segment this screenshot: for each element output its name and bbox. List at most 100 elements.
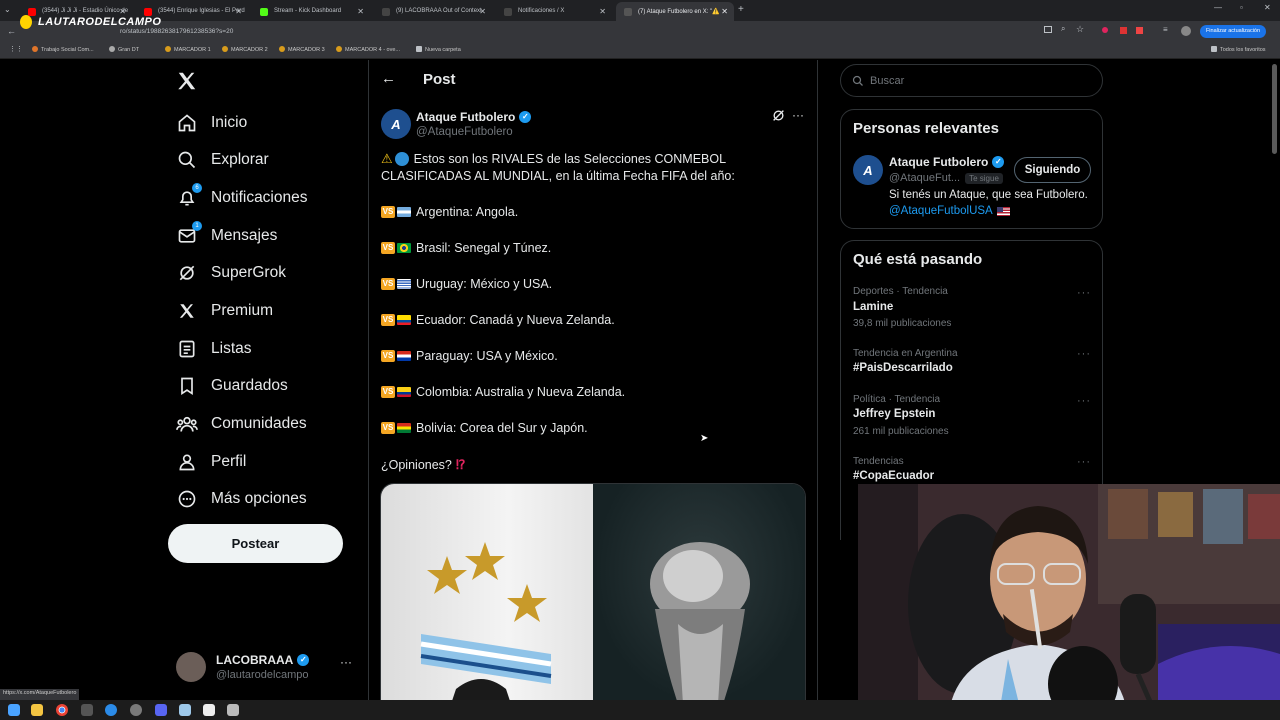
extension-icon[interactable] bbox=[1120, 27, 1127, 34]
account-name: LACOBRAAA bbox=[216, 653, 294, 667]
trend-more-icon[interactable]: ··· bbox=[1077, 348, 1091, 360]
nav-item-mas-opciones[interactable]: Más opciones bbox=[176, 484, 307, 514]
fixture-text: Brasil: Senegal y Túnez. bbox=[416, 241, 552, 255]
star-icon[interactable]: ☆ bbox=[1076, 24, 1084, 35]
relevant-handle[interactable]: @AtaqueFut... bbox=[889, 172, 960, 184]
extension-icon[interactable] bbox=[1102, 27, 1108, 33]
nav-item-supergrok[interactable]: SuperGrok bbox=[176, 258, 286, 288]
bookmark-item[interactable]: Trabajo Social Com... bbox=[32, 46, 94, 53]
cast-icon[interactable] bbox=[1044, 26, 1052, 33]
search-input[interactable]: Buscar bbox=[840, 64, 1103, 97]
chrome-icon[interactable] bbox=[56, 704, 68, 716]
back-arrow-icon[interactable]: ← bbox=[381, 70, 396, 87]
fixture-text: Paraguay: USA y México. bbox=[416, 349, 558, 363]
bookmark-item[interactable]: MARCADOR 4 - ove... bbox=[336, 46, 400, 53]
tab-close-icon[interactable]: ✕ bbox=[599, 7, 606, 16]
vs-icon: VS bbox=[381, 242, 395, 254]
grok-explain-icon[interactable] bbox=[772, 109, 785, 122]
bookmark-item[interactable]: MARCADOR 2 bbox=[222, 46, 268, 53]
fixture-text: Argentina: Angola. bbox=[416, 205, 519, 219]
trend-more-icon[interactable]: ··· bbox=[1077, 395, 1091, 407]
browser-tab[interactable]: Stream - Kick Dashboard ✕ bbox=[252, 2, 370, 21]
trend-meta: Deportes · Tendencia bbox=[853, 286, 948, 297]
following-button[interactable]: Siguiendo bbox=[1014, 157, 1091, 183]
nav-item-listas[interactable]: Listas bbox=[176, 334, 252, 364]
browser-tab[interactable]: Notificaciones / X ✕ bbox=[496, 2, 612, 21]
fixture-text: Colombia: Australia y Nueva Zelanda. bbox=[416, 385, 626, 399]
trend-count: 39,8 mil publicaciones bbox=[853, 318, 952, 329]
browser-tab-active[interactable]: (7) Ataque Futbolero en X: "⚠️ ✕ bbox=[616, 2, 734, 21]
app-icon[interactable] bbox=[81, 704, 93, 716]
nav-item-guardados[interactable]: Guardados bbox=[176, 371, 288, 401]
divider bbox=[817, 60, 818, 700]
usa-flag-icon bbox=[996, 206, 1010, 216]
search-icon bbox=[176, 149, 198, 171]
all-bookmarks[interactable]: Todos los favoritos bbox=[1211, 46, 1266, 53]
fixture-text: Ecuador: Canadá y Nueva Zelanda. bbox=[416, 313, 615, 327]
close-window-icon[interactable]: ✕ bbox=[1264, 3, 1271, 12]
tab-label: Notificaciones / X bbox=[518, 8, 565, 14]
bookmark-folder[interactable]: Nueva carpeta bbox=[416, 46, 461, 53]
nav-item-mensajes[interactable]: 1 Mensajes bbox=[176, 221, 277, 251]
discord-icon[interactable] bbox=[155, 704, 167, 716]
follows-you-badge: Te sigue bbox=[965, 172, 1003, 184]
apps-icon[interactable]: ⋮⋮ bbox=[9, 45, 23, 53]
trend-name: Lamine bbox=[853, 301, 894, 313]
maximize-icon[interactable]: ▫ bbox=[1240, 3, 1243, 12]
author-avatar[interactable]: A bbox=[381, 109, 411, 139]
app-icon[interactable] bbox=[130, 704, 142, 716]
minimize-icon[interactable]: — bbox=[1214, 3, 1222, 12]
nav-label: Perfil bbox=[211, 453, 247, 470]
bookmark-item[interactable]: MARCADOR 1 bbox=[165, 46, 211, 53]
tab-label: (3544) Enrique Iglesias - El Perd bbox=[158, 8, 245, 14]
profile-avatar-icon[interactable] bbox=[1181, 26, 1191, 36]
nav-item-explorar[interactable]: Explorar bbox=[176, 145, 269, 175]
relevant-name[interactable]: Ataque Futbolero bbox=[889, 155, 988, 169]
browser-tab[interactable]: (9) LACOBRAAA Out of Context ✕ bbox=[374, 2, 492, 21]
tab-search-icon[interactable]: ⌄ bbox=[4, 5, 14, 15]
bookmark-item[interactable]: Gran DT bbox=[109, 46, 139, 53]
logo-bulb-icon bbox=[20, 15, 32, 29]
jersey-stars-icon bbox=[420, 542, 552, 700]
trend-more-icon[interactable]: ··· bbox=[1077, 287, 1091, 299]
tab-close-icon[interactable]: ✕ bbox=[721, 7, 728, 16]
app-icon[interactable] bbox=[179, 704, 191, 716]
post-button[interactable]: Postear bbox=[168, 524, 343, 563]
scrollbar[interactable] bbox=[1272, 64, 1277, 154]
app-icon[interactable] bbox=[203, 704, 215, 716]
tab-label: (9) LACOBRAAA Out of Context bbox=[396, 8, 482, 14]
back-icon[interactable]: ← bbox=[7, 26, 16, 36]
nav-item-notificaciones[interactable]: 6 Notificaciones bbox=[176, 183, 308, 213]
tweet-question: ¿Opiniones? ⁉ bbox=[381, 457, 465, 473]
new-tab-icon[interactable]: + bbox=[738, 4, 744, 15]
nav-item-comunidades[interactable]: Comunidades bbox=[176, 409, 307, 439]
tab-close-icon[interactable]: ✕ bbox=[357, 7, 364, 16]
app-icon[interactable] bbox=[227, 704, 239, 716]
nav-item-inicio[interactable]: Inicio bbox=[176, 108, 247, 138]
nav-item-premium[interactable]: Premium bbox=[176, 296, 273, 326]
file-explorer-icon[interactable] bbox=[31, 704, 43, 716]
extension-icon[interactable] bbox=[1136, 27, 1143, 34]
tab-close-icon[interactable]: ✕ bbox=[235, 7, 242, 16]
zoom-icon[interactable]: ⌕ bbox=[1061, 24, 1065, 34]
tab-close-icon[interactable]: ✕ bbox=[479, 7, 486, 16]
windows-start-icon[interactable] bbox=[8, 704, 20, 716]
trend-more-icon[interactable]: ··· bbox=[1077, 456, 1091, 468]
account-more-icon[interactable]: ··· bbox=[340, 655, 352, 669]
post-image[interactable] bbox=[380, 483, 806, 700]
status-url-tooltip: https://x.com/AtaqueFutbolero bbox=[0, 689, 80, 700]
nav-item-perfil[interactable]: Perfil bbox=[176, 447, 246, 477]
bookmark-item[interactable]: MARCADOR 3 bbox=[279, 46, 325, 53]
url-field[interactable]: ro/status/1988263817961238536?s=20 bbox=[120, 25, 1020, 39]
author-name[interactable]: Ataque Futbolero bbox=[416, 110, 515, 124]
relevant-avatar[interactable]: A bbox=[853, 155, 883, 185]
vs-icon: VS bbox=[381, 314, 395, 326]
edge-icon[interactable] bbox=[105, 704, 117, 716]
x-logo-icon[interactable] bbox=[176, 70, 198, 92]
account-switcher[interactable]: LACOBRAAA ✓ @lautarodelcampo ··· bbox=[176, 650, 356, 686]
extensions-icon[interactable]: ≡ bbox=[1163, 25, 1168, 34]
relevant-bio-link[interactable]: @AtaqueFutbolUSA bbox=[889, 205, 993, 217]
author-handle[interactable]: @AtaqueFutbolero bbox=[416, 126, 513, 138]
update-button[interactable]: Finalizar actualización bbox=[1200, 25, 1266, 38]
post-more-icon[interactable]: ··· bbox=[792, 108, 804, 122]
